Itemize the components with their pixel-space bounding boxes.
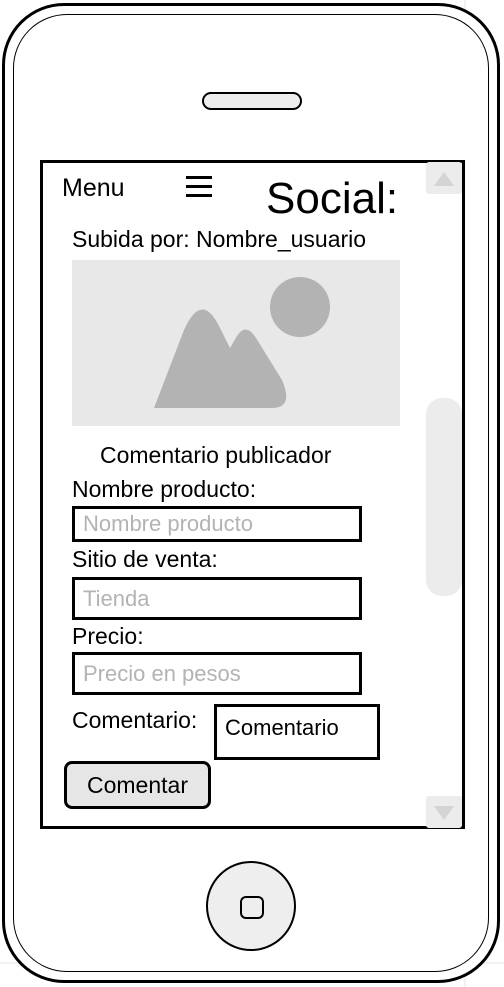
menu-label[interactable]: Menu [62, 174, 125, 203]
scroll-thumb[interactable] [426, 398, 462, 596]
arrow-up-icon [434, 172, 454, 186]
scroll-down-button[interactable] [426, 796, 462, 828]
comment-label: Comentario: [72, 707, 198, 733]
home-button-icon [240, 896, 264, 919]
sale-site-label: Sitio de venta: [72, 546, 218, 572]
price-input[interactable] [72, 652, 362, 695]
uploaded-by-text: Subida por: Nombre_usuario [72, 226, 367, 252]
arrow-down-icon [434, 806, 454, 820]
scroll-up-button[interactable] [426, 162, 462, 194]
image-placeholder-icon [154, 277, 330, 408]
product-name-input[interactable] [72, 506, 362, 542]
comment-input[interactable]: Comentario [214, 704, 380, 760]
vertical-scrollbar[interactable] [426, 160, 462, 828]
product-name-label: Nombre producto: [72, 476, 257, 502]
sale-site-input[interactable] [72, 577, 362, 620]
hamburger-icon[interactable] [186, 176, 212, 198]
comment-button[interactable]: Comentar [64, 761, 211, 809]
phone-speaker [202, 92, 302, 110]
post-image [72, 260, 400, 426]
publisher-comment: Comentario publicador [100, 442, 332, 468]
price-label: Precio: [72, 623, 144, 649]
app-title: Social: [266, 174, 399, 223]
